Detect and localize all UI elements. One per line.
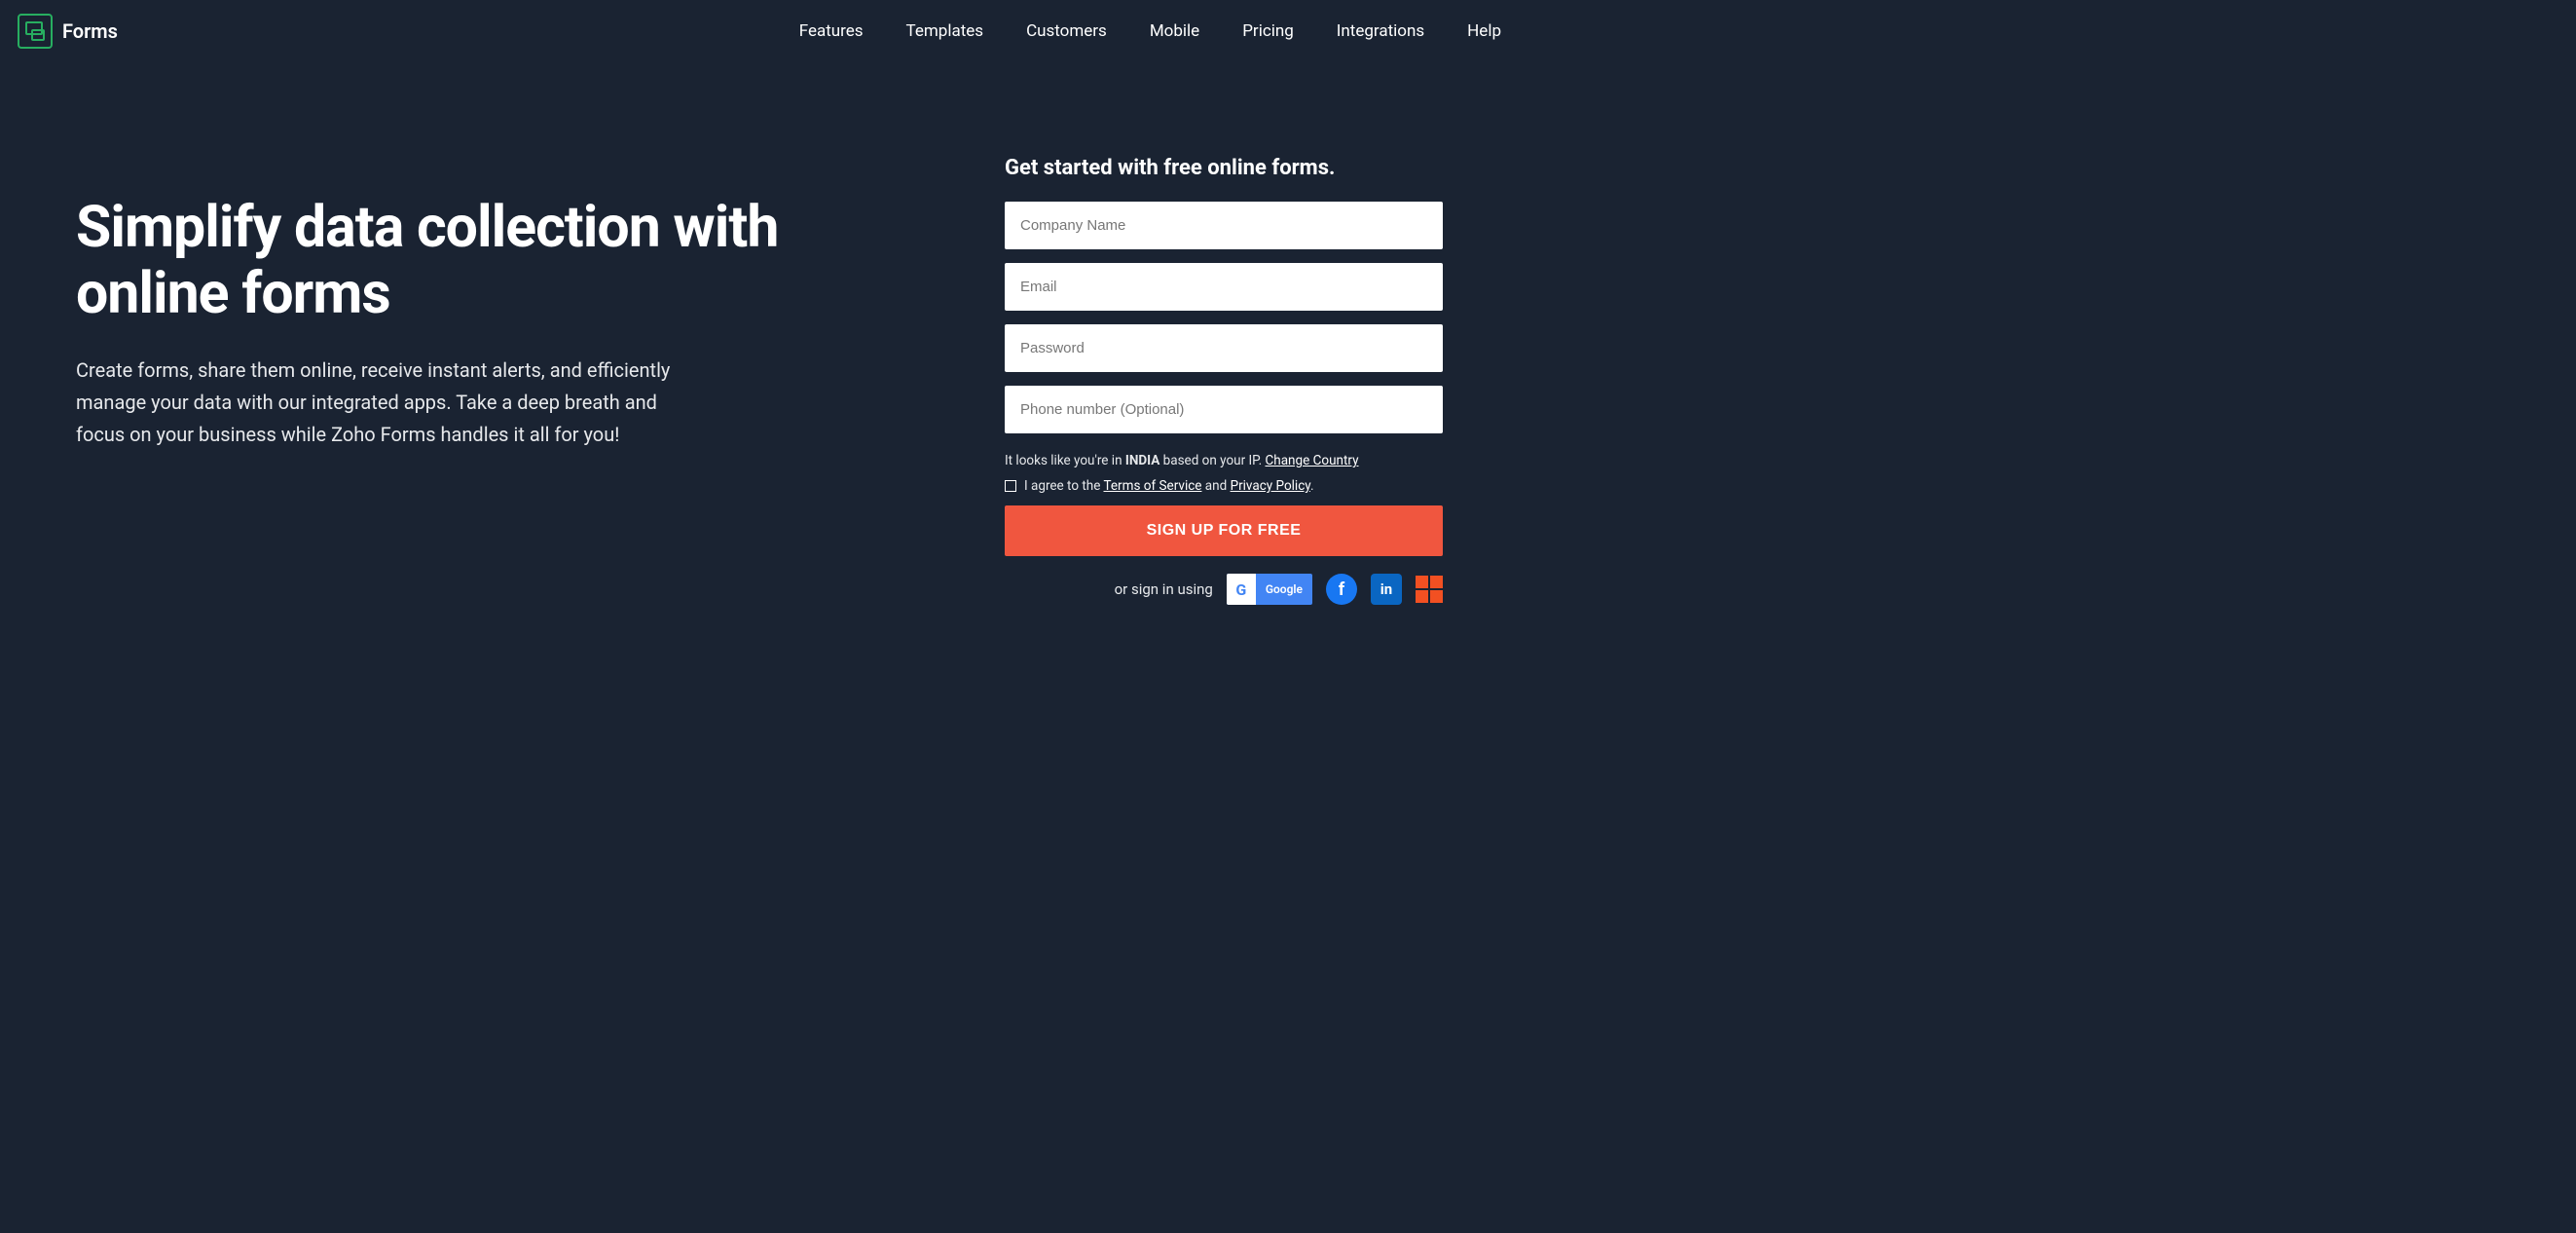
tos-link[interactable]: Terms of Service (1104, 478, 1202, 494)
hero-title: Simplify data collection with online for… (76, 195, 927, 327)
agree-checkbox[interactable] (1005, 480, 1016, 492)
nav-features[interactable]: Features (799, 21, 864, 41)
location-info: It looks like you're in INDIA based on y… (1005, 453, 1443, 468)
hero-subtitle: Create forms, share them online, receive… (76, 355, 680, 451)
phone-input[interactable] (1005, 386, 1443, 433)
email-input[interactable] (1005, 263, 1443, 311)
password-input[interactable] (1005, 324, 1443, 372)
google-signin-button[interactable]: G Google (1227, 574, 1312, 605)
location-country: INDIA (1125, 453, 1159, 468)
nav-templates[interactable]: Templates (906, 21, 984, 41)
forms-logo-icon (18, 14, 53, 49)
agree-suffix: . (1310, 478, 1314, 494)
google-icon: G (1227, 574, 1256, 605)
agree-mid: and (1201, 478, 1230, 494)
signup-button[interactable]: SIGN UP FOR FREE (1005, 505, 1443, 556)
form-heading: Get started with free online forms. (1005, 156, 1443, 180)
main-nav: Features Templates Customers Mobile Pric… (799, 21, 1501, 41)
location-prefix: It looks like you're in (1005, 453, 1125, 468)
location-suffix: based on your IP. (1159, 453, 1265, 468)
nav-customers[interactable]: Customers (1026, 21, 1107, 41)
linkedin-icon: in (1380, 580, 1392, 598)
agree-prefix: I agree to the (1024, 478, 1104, 494)
microsoft-icon (1416, 576, 1428, 588)
facebook-signin-button[interactable]: f (1326, 574, 1357, 605)
facebook-icon: f (1339, 579, 1344, 600)
privacy-link[interactable]: Privacy Policy (1231, 478, 1310, 494)
brand-logo[interactable]: Forms (18, 14, 118, 49)
agree-line: I agree to the Terms of Service and Priv… (1005, 478, 1443, 494)
linkedin-signin-button[interactable]: in (1371, 574, 1402, 605)
google-label: Google (1256, 582, 1312, 596)
nav-pricing[interactable]: Pricing (1242, 21, 1294, 41)
change-country-link[interactable]: Change Country (1265, 453, 1358, 468)
microsoft-signin-button[interactable] (1416, 576, 1443, 603)
company-name-input[interactable] (1005, 202, 1443, 249)
nav-help[interactable]: Help (1467, 21, 1501, 41)
nav-integrations[interactable]: Integrations (1337, 21, 1424, 41)
brand-name: Forms (62, 19, 118, 43)
social-label: or sign in using (1115, 580, 1213, 598)
nav-mobile[interactable]: Mobile (1150, 21, 1199, 41)
